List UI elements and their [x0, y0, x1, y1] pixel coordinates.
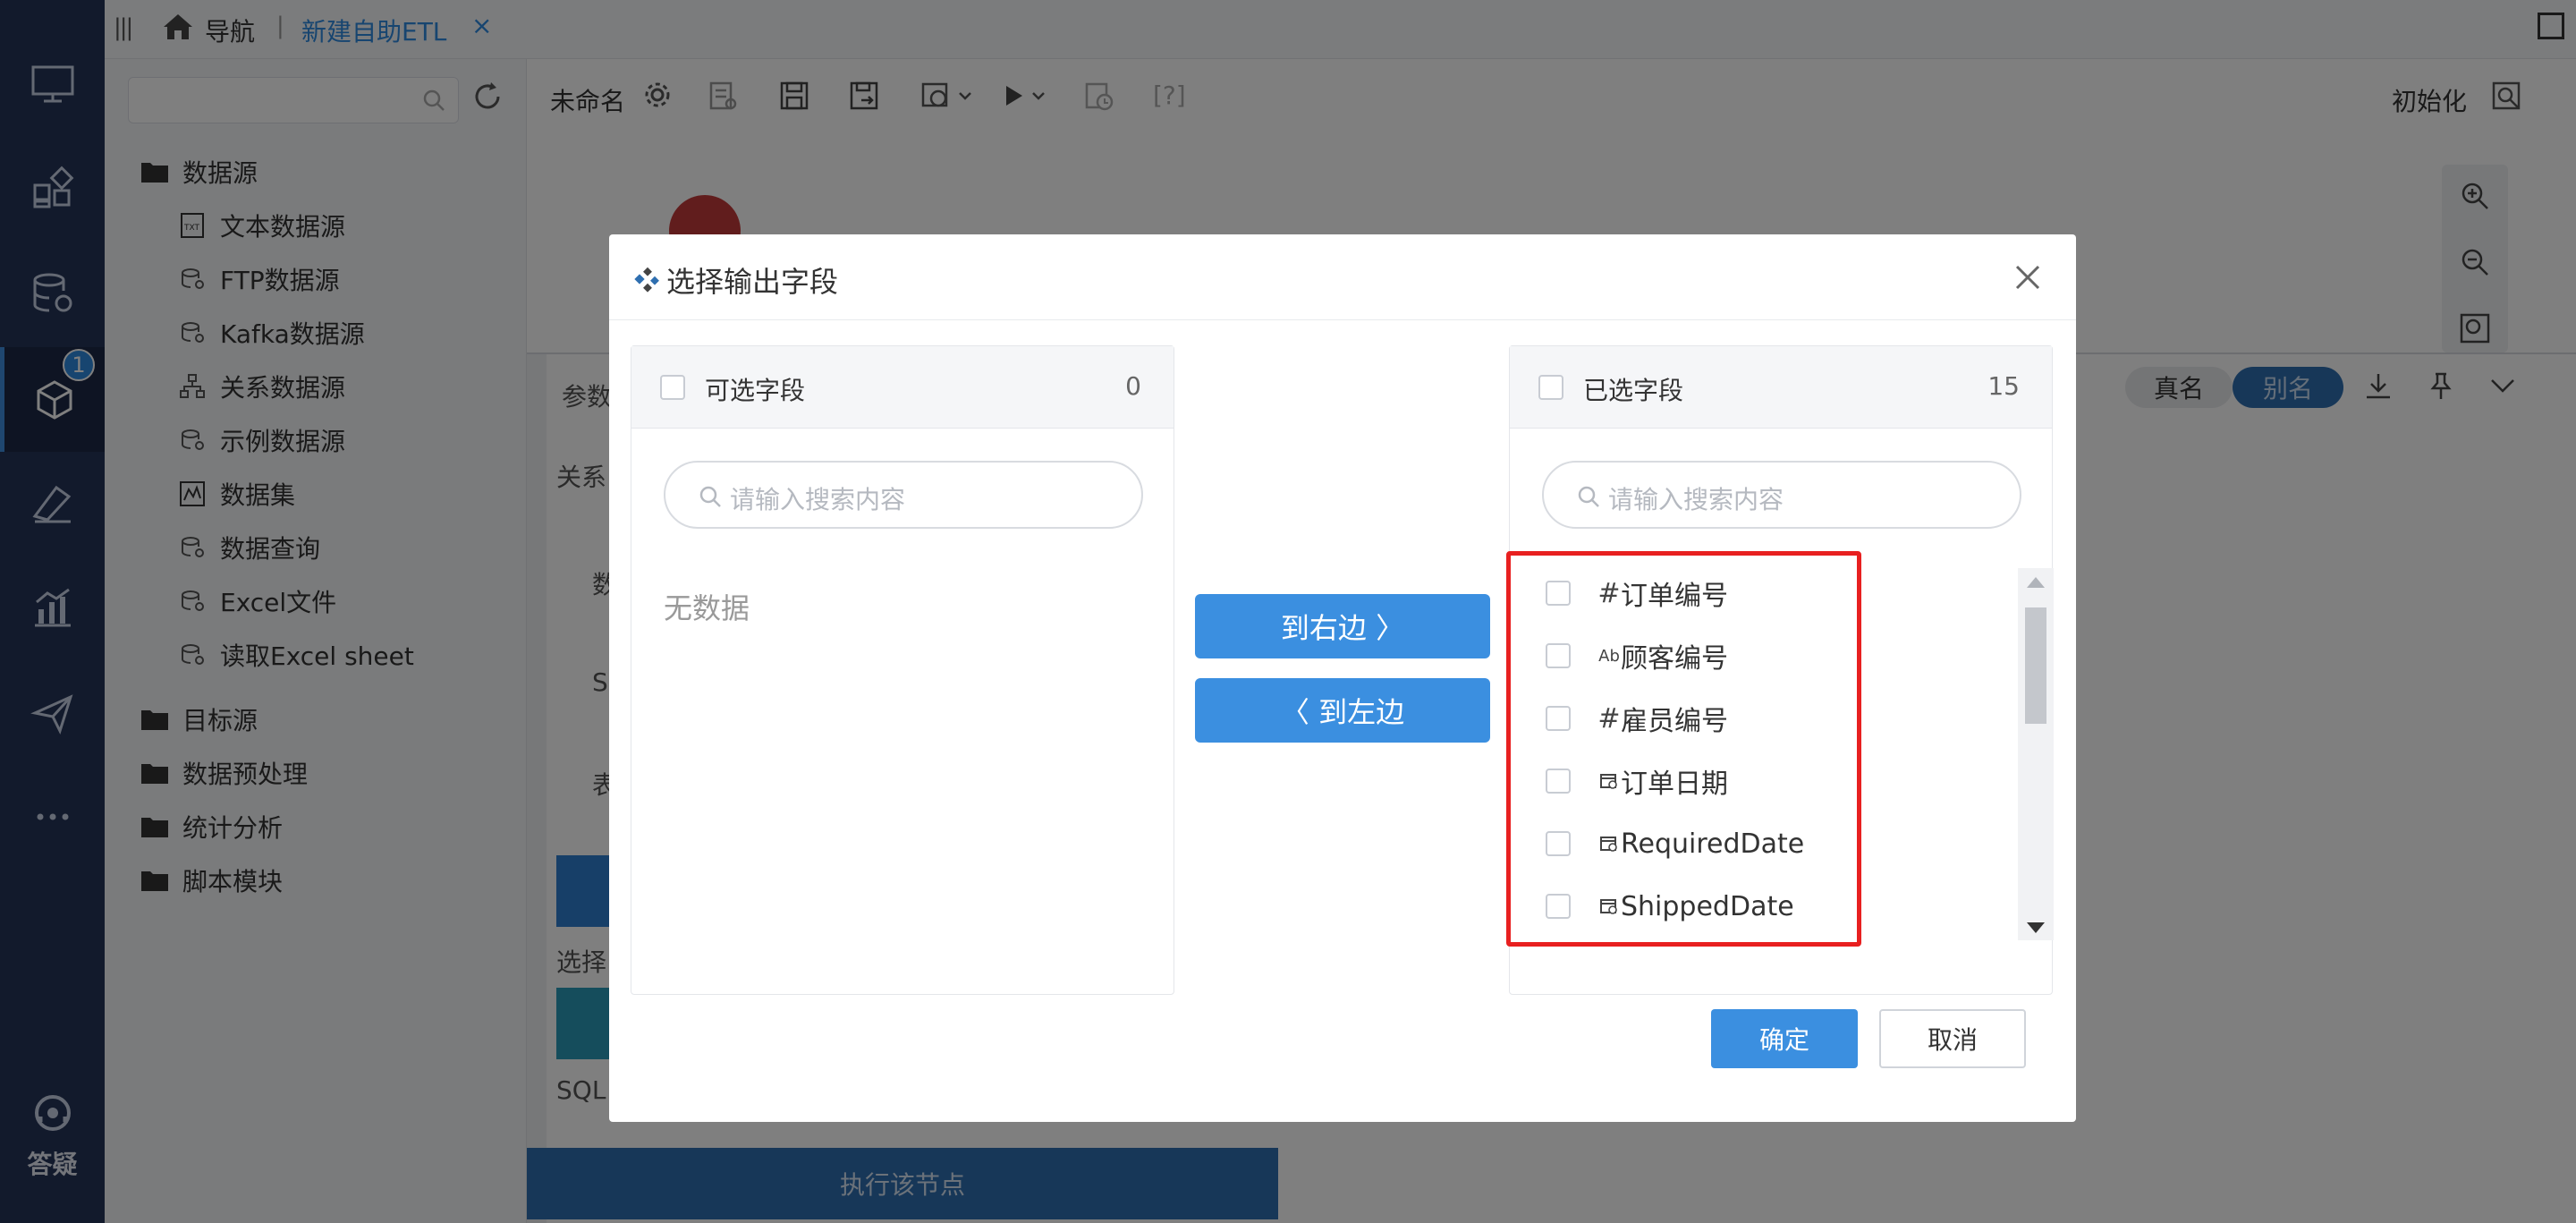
available-fields-title: 可选字段	[705, 376, 806, 405]
available-fields-count: 0	[1125, 371, 1141, 401]
annotation-highlight-box	[1506, 551, 1861, 947]
search-icon	[1578, 486, 1599, 507]
cancel-button[interactable]: 取消	[1879, 1009, 2026, 1068]
field-list-scrollbar[interactable]	[2018, 568, 2054, 940]
selected-fields-count: 15	[1987, 371, 2020, 401]
selected-fields-title: 已选字段	[1583, 376, 1684, 405]
selected-fields-header: 已选字段 15	[1510, 346, 2052, 429]
search-placeholder: 请输入搜索内容	[730, 485, 906, 514]
close-icon[interactable]	[2010, 259, 2046, 295]
scroll-down-arrow-icon[interactable]	[2027, 922, 2045, 933]
search-placeholder: 请输入搜索内容	[1608, 485, 1784, 514]
available-fields-panel: 可选字段 0 请输入搜索内容 无数据	[631, 345, 1174, 995]
available-search-input[interactable]: 请输入搜索内容	[664, 461, 1143, 529]
selected-search-input[interactable]: 请输入搜索内容	[1542, 461, 2021, 529]
search-icon	[699, 486, 721, 507]
move-to-left-button[interactable]: 〈 到左边	[1195, 678, 1490, 743]
select-all-selected-checkbox[interactable]	[1538, 375, 1563, 400]
scroll-up-arrow-icon[interactable]	[2027, 577, 2045, 588]
move-to-right-button[interactable]: 到右边 〉	[1195, 594, 1490, 658]
dialog-logo-icon	[634, 267, 659, 293]
confirm-button[interactable]: 确定	[1711, 1009, 1858, 1068]
select-all-available-checkbox[interactable]	[660, 375, 685, 400]
available-fields-header: 可选字段 0	[631, 346, 1174, 429]
scroll-thumb[interactable]	[2025, 607, 2046, 724]
select-output-fields-dialog: 选择输出字段 可选字段 0 请输入搜索内容 无数据 到右边 〉 〈 到左边 已选…	[609, 234, 2076, 1122]
empty-state-text: 无数据	[664, 591, 750, 625]
dialog-title: 选择输出字段	[666, 265, 839, 299]
dialog-header: 选择输出字段	[609, 234, 2076, 320]
